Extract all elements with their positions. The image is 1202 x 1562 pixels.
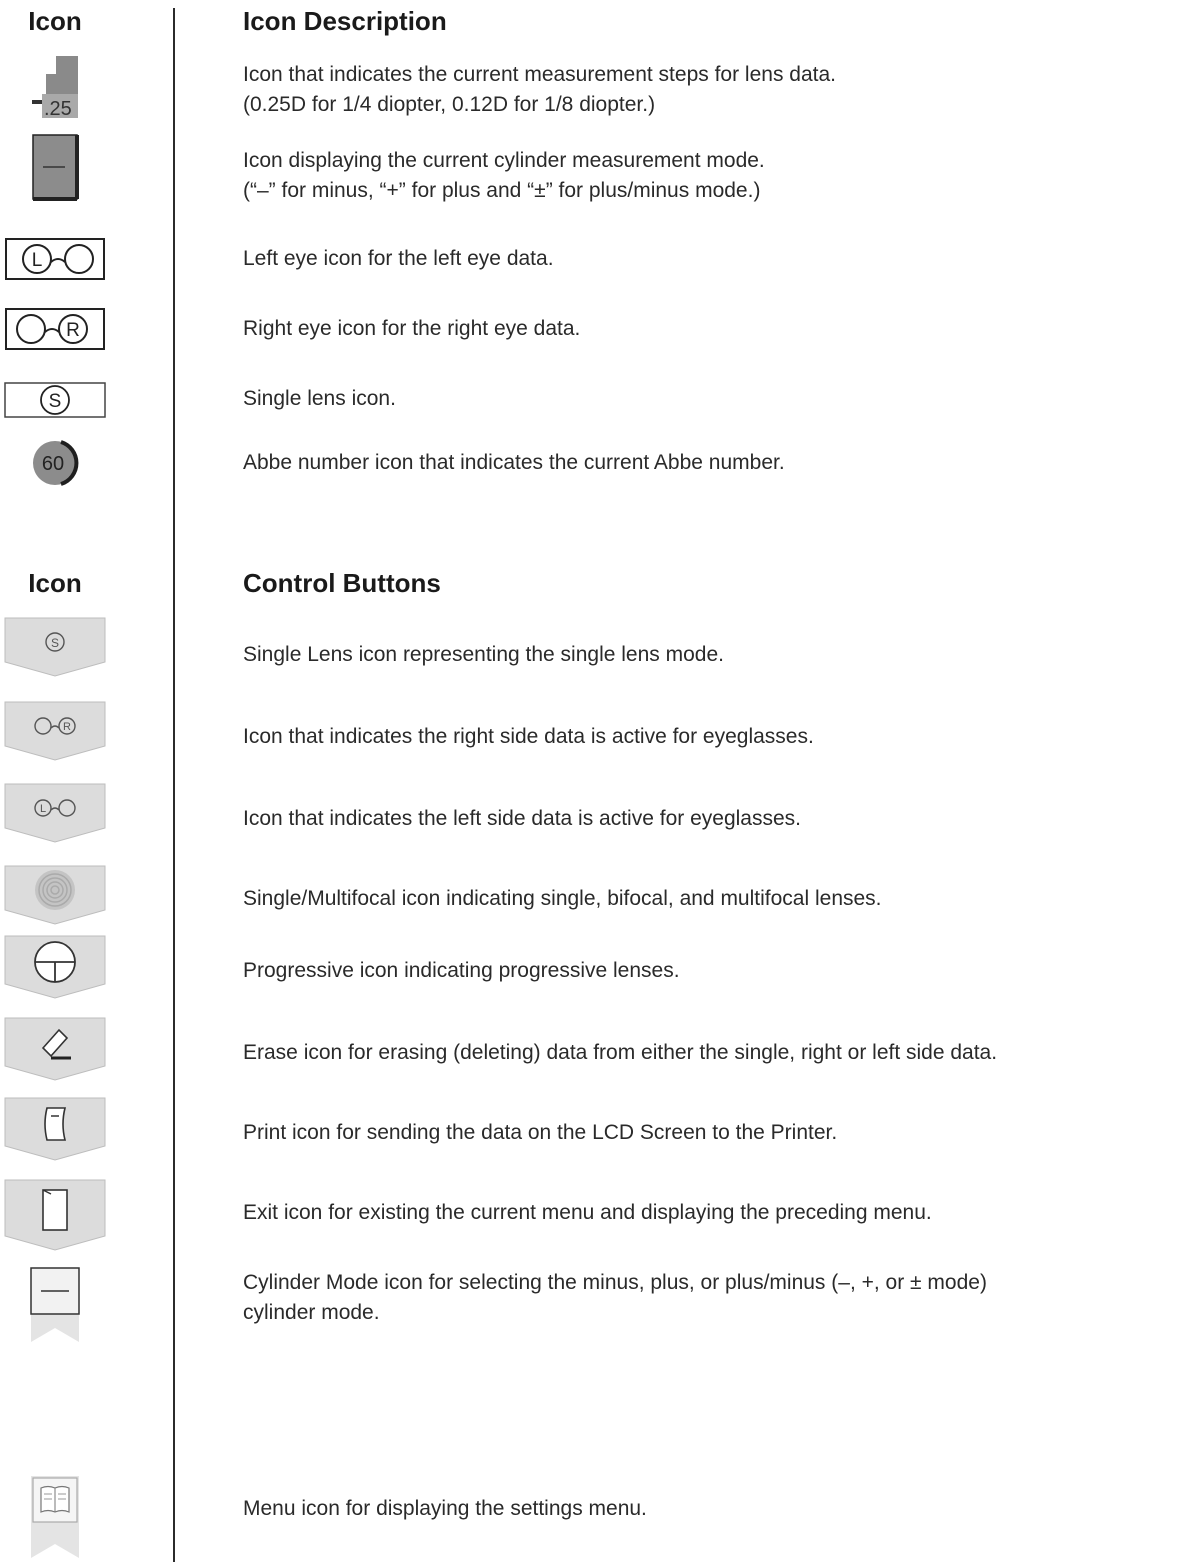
abbe-number-description: Abbe number icon that indicates the curr… [243, 451, 785, 474]
cylinder-mode-button-description: Cylinder Mode icon for selecting the min… [243, 1271, 987, 1324]
svg-text:L: L [40, 803, 46, 815]
cylinder-minus-icon [0, 133, 110, 201]
print-button-description: Print icon for sending the data on the L… [243, 1121, 838, 1144]
svg-text:S: S [51, 636, 59, 650]
icon-column-header: Icon [28, 6, 82, 36]
cylinder-icon-description: Icon displaying the current cylinder mea… [243, 149, 765, 202]
right-side-button-description: Icon that indicates the right side data … [243, 725, 814, 748]
single-lens-button-description: Single Lens icon representing the single… [243, 643, 724, 666]
single-lens-description: Single lens icon. [243, 387, 396, 410]
left-side-button[interactable]: L [0, 782, 110, 844]
progressive-button-description: Progressive icon indicating progressive … [243, 959, 680, 982]
right-eye-description: Right eye icon for the right eye data. [243, 317, 581, 340]
svg-text:60: 60 [42, 453, 64, 475]
right-side-button[interactable]: R [0, 700, 110, 762]
single-lens-button[interactable]: S [0, 616, 110, 678]
svg-text:R: R [66, 320, 80, 341]
left-eye-icon: L [0, 238, 110, 280]
column-divider [173, 8, 175, 1562]
right-eye-icon: R [0, 308, 110, 350]
icon-column-header-2: Icon [28, 568, 82, 598]
left-eye-description: Left eye icon for the left eye data. [243, 247, 554, 270]
erase-button-description: Erase icon for erasing (deleting) data f… [243, 1041, 998, 1064]
multifocal-button[interactable] [0, 864, 110, 926]
description-column-header: Icon Description [243, 6, 447, 36]
progressive-button[interactable] [0, 934, 110, 1000]
svg-text:L: L [32, 250, 43, 271]
svg-text:S: S [49, 391, 62, 412]
control-buttons-header: Control Buttons [243, 568, 441, 598]
cylinder-mode-button[interactable] [0, 1266, 110, 1344]
single-lens-icon: S [0, 382, 110, 418]
step-icon-description: Icon that indicates the current measurem… [243, 63, 836, 116]
menu-button-description: Menu icon for displaying the settings me… [243, 1497, 647, 1520]
menu-button[interactable] [0, 1474, 110, 1560]
erase-button[interactable] [0, 1016, 110, 1082]
multifocal-button-description: Single/Multifocal icon indicating single… [243, 887, 882, 910]
exit-button-description: Exit icon for existing the current menu … [243, 1201, 932, 1224]
abbe-number-icon: 60 [0, 438, 110, 488]
exit-button[interactable] [0, 1178, 110, 1252]
step-025-icon: .25 [0, 54, 110, 120]
left-side-button-description: Icon that indicates the left side data i… [243, 807, 801, 830]
svg-text:.25: .25 [44, 98, 72, 120]
svg-text:R: R [63, 721, 71, 733]
print-button[interactable] [0, 1096, 110, 1162]
